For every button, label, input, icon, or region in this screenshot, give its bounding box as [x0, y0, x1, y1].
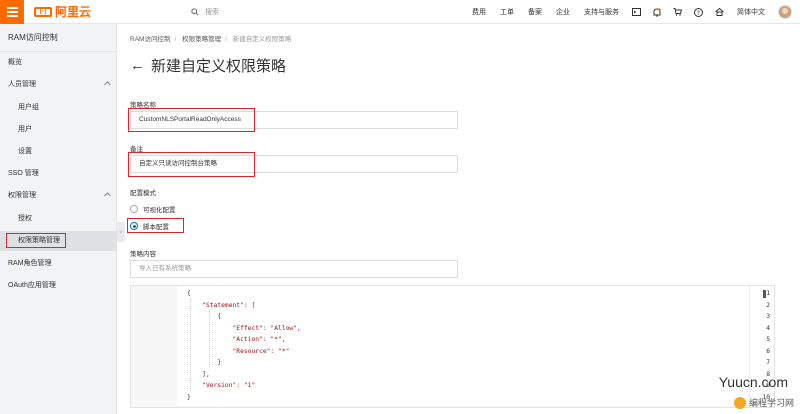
import-system-policy-select[interactable]: 导入已有系统策略 [130, 260, 458, 278]
editor-scrollbar[interactable] [763, 290, 766, 298]
sidebar-title: RAM访问控制 [0, 24, 116, 52]
nav-link-fees[interactable]: 费用 [465, 7, 493, 17]
line-number-gutter [131, 286, 177, 407]
radio-label: 可视化配置 [143, 207, 176, 214]
sidebar-item-label: RAM角色管理 [8, 260, 52, 267]
search-placeholder: 搜索 [205, 8, 220, 16]
highlight-box [128, 108, 255, 132]
code-line: "Resource": "*" [187, 347, 290, 355]
nav-link-enterprise[interactable]: 企业 [549, 7, 577, 17]
sidebar-group-people[interactable]: 人员管理 [0, 75, 117, 95]
terminal-icon[interactable] [626, 8, 647, 16]
breadcrumb-item[interactable]: RAM访问控制 [130, 36, 170, 43]
watermark-brand: 编程学习网 [733, 396, 794, 409]
top-links: 费用 工单 备案 企业 支持与服务 ? 简体中文 [465, 0, 800, 24]
sidebar-item-label: 用户 [18, 126, 32, 133]
back-arrow-icon[interactable]: ← [130, 57, 145, 74]
line-number: 5 [766, 336, 770, 343]
sidebar-item-label: 用户组 [18, 104, 39, 111]
policy-content-label: 策略内容 [130, 251, 156, 258]
logo-mark: (-) [34, 6, 52, 17]
sidebar: RAM访问控制 概览 人员管理 用户组 用户 设置 SSO 管理 权限管理 授权… [0, 24, 117, 414]
sidebar-item-sso[interactable]: SSO 管理 [0, 164, 117, 184]
line-number: 4 [766, 324, 770, 332]
search-icon [191, 7, 199, 16]
sidebar-item-label: SSO 管理 [8, 170, 39, 177]
highlight-box [127, 218, 184, 233]
code-line: ], [187, 370, 210, 378]
nav-link-support[interactable]: 支持与服务 [577, 7, 626, 17]
breadcrumb: RAM访问控制 / 权限策略管理 / 新建自定义权限策略 [130, 36, 292, 43]
policy-code-editor[interactable]: 1 2 3 4 5 6 7 8 9 10 { "Statement": [ { … [130, 285, 775, 408]
radio-visual-mode[interactable]: 可视化配置 [130, 204, 176, 214]
search-box[interactable]: 搜索 [191, 7, 219, 17]
code-line: { [187, 290, 191, 297]
watermark-site: Yuucn.com [718, 374, 788, 390]
line-number: 6 [766, 347, 770, 355]
code-line: } [187, 359, 222, 366]
help-icon[interactable]: ? [688, 7, 709, 17]
page-title-text: 新建自定义权限策略 [151, 58, 287, 75]
logo-text: 阿里云 [55, 5, 92, 19]
code-line: "Version": "1" [187, 382, 256, 389]
sidebar-item-label: 人员管理 [8, 81, 36, 88]
cart-icon[interactable] [667, 8, 688, 16]
code-line: "Statement": [ [187, 301, 256, 309]
highlight-box [6, 233, 66, 248]
main-content: RAM访问控制 / 权限策略管理 / 新建自定义权限策略 ← 新建自定义权限策略 策… [118, 24, 800, 414]
sidebar-item-oauth[interactable]: OAuth应用管理 [0, 276, 117, 296]
mode-label: 配置模式 [130, 190, 156, 197]
breadcrumb-current: 新建自定义权限策略 [232, 36, 292, 43]
home-icon[interactable] [709, 8, 730, 16]
sidebar-item-overview[interactable]: 概览 [0, 53, 117, 73]
sidebar-item-ram-roles[interactable]: RAM角色管理 [0, 254, 117, 274]
sidebar-item-grant[interactable]: 授权 [0, 209, 117, 229]
breadcrumb-item[interactable]: 权限策略管理 [182, 36, 221, 43]
sidebar-item-label: 权限管理 [8, 192, 36, 199]
line-number: 2 [766, 301, 770, 309]
sidebar-item-settings[interactable]: 设置 [0, 142, 117, 162]
radio-circle[interactable] [130, 205, 138, 213]
page-title: ← 新建自定义权限策略 [130, 55, 286, 76]
sidebar-item-label: OAuth应用管理 [8, 282, 56, 289]
avatar[interactable] [778, 5, 792, 19]
hamburger-menu-button[interactable] [0, 0, 24, 24]
nav-link-ticket[interactable]: 工单 [493, 7, 521, 17]
code-line: { [187, 313, 222, 320]
nav-link-icp[interactable]: 备案 [521, 7, 549, 17]
chevron-up-icon [104, 75, 111, 95]
sidebar-group-permissions[interactable]: 权限管理 [0, 186, 117, 206]
sidebar-item-users[interactable]: 用户 [0, 120, 117, 140]
sidebar-item-label: 授权 [18, 215, 32, 222]
watermark-brand-text: 编程学习网 [748, 398, 794, 408]
chevron-up-icon [104, 186, 111, 206]
code-line: "Effect": "Allow", [187, 324, 301, 332]
bell-icon[interactable] [647, 7, 667, 17]
sidebar-item-label: 设置 [18, 148, 32, 155]
aliyun-logo[interactable]: (-) 阿里云 [34, 3, 91, 20]
top-navbar: (-) 阿里云 搜索 费用 工单 备案 企业 支持与服务 ? 简体中文 [0, 0, 800, 24]
line-number: 7 [766, 359, 770, 366]
line-number: 3 [766, 313, 770, 320]
sidebar-item-label: 概览 [8, 59, 22, 66]
language-switch[interactable]: 简体中文 [730, 7, 772, 17]
svg-text:?: ? [697, 9, 700, 16]
code-line: } [187, 393, 191, 401]
watermark-logo-icon [733, 396, 746, 409]
highlight-box [128, 152, 255, 177]
code-line: "Action": "*", [187, 336, 286, 343]
sidebar-item-groups[interactable]: 用户组 [0, 98, 117, 118]
